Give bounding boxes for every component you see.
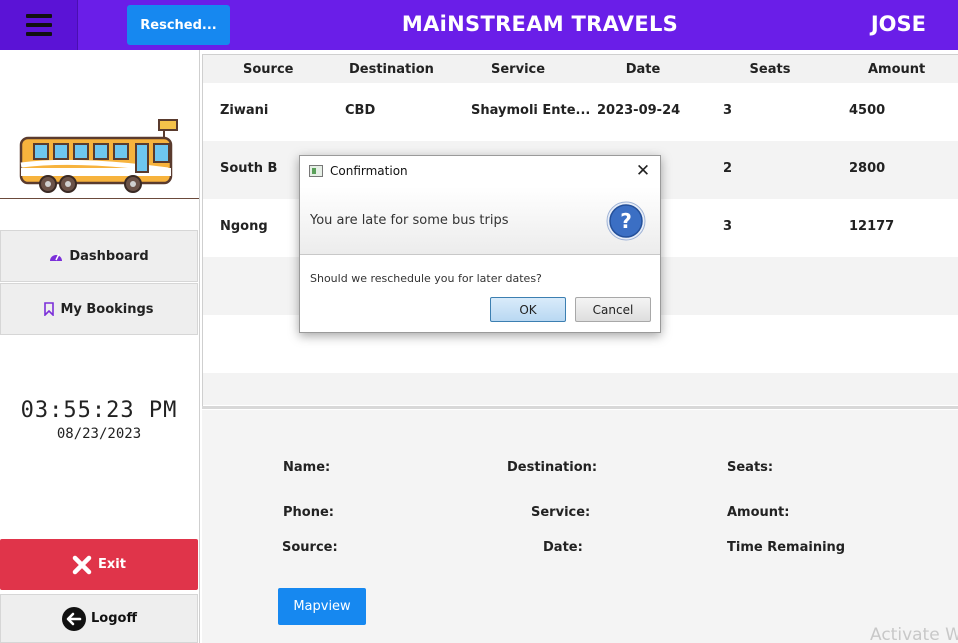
app-title: MAiNSTREAM TRAVELS [401,12,679,36]
mapview-button[interactable]: Mapview [278,588,366,625]
clock-date: 08/23/2023 [56,426,142,442]
column-header-source[interactable]: Source [243,62,293,77]
user-name: JOSE [870,12,926,36]
time-remaining-label: Time Remaining [727,540,846,555]
column-header-amount[interactable]: Amount [868,62,925,77]
window-icon [309,165,323,177]
top-bar: Resched... MAiNSTREAM TRAVELS JOSE [0,0,958,50]
cell-seats: 3 [723,103,733,118]
cell-source: Ngong [220,219,268,234]
booking-details-panel: Name: Destination: Seats: Phone: Service… [202,410,958,643]
bookmark-icon [44,302,55,316]
arrow-left-icon [62,606,86,631]
cell-source: Ziwani [220,103,269,118]
amount-label: Amount: [727,505,790,520]
logoff-label: Logoff [91,611,137,626]
close-icon[interactable]: ✕ [632,160,654,182]
column-header-service[interactable]: Service [491,62,545,77]
column-header-seats[interactable]: Seats [748,62,792,77]
cell-amount: 2800 [849,161,886,176]
dialog-message: Should we reschedule you for later dates… [310,272,542,285]
cell-amount: 4500 [849,103,886,118]
clock-time: 03:55:23 PM [20,398,178,423]
close-icon [72,555,92,574]
hamburger-menu-icon [25,14,52,36]
name-label: Name: [283,460,331,475]
table-divider [202,406,958,409]
cancel-button[interactable]: Cancel [575,297,651,322]
my-bookings-button[interactable]: My Bookings [0,283,198,335]
exit-button[interactable]: Exit [0,539,198,590]
cell-service: Shaymoli Ente... [471,103,591,118]
logo-divider [0,198,199,199]
exit-label: Exit [98,557,126,572]
activate-windows-watermark: Activate W [870,625,958,643]
my-bookings-label: My Bookings [60,301,154,317]
dashboard-button[interactable]: Dashboard [0,230,198,282]
cell-date: 2023-09-24 [597,103,681,118]
dialog-header: You are late for some bus trips ? [300,187,660,255]
cell-amount: 12177 [849,219,895,234]
table-row-empty [203,373,958,405]
phone-label: Phone: [283,505,334,520]
dialog-title: Confirmation [330,164,408,178]
svg-text:?: ? [620,209,632,233]
app-window: Resched... MAiNSTREAM TRAVELS JOSE Dashb… [0,0,958,643]
cell-destination: CBD [345,103,376,118]
cell-seats: 2 [723,161,733,176]
column-header-destination[interactable]: Destination [349,62,434,77]
service-label: Service: [531,505,591,520]
table-row[interactable]: Ziwani CBD Shaymoli Ente... 2023-09-24 3… [203,83,958,141]
cell-source: South B [220,161,278,176]
question-icon: ? [606,201,646,241]
dialog-titlebar[interactable]: Confirmation ✕ [300,156,660,187]
dashboard-icon [50,253,63,261]
menu-button[interactable] [0,0,78,50]
logoff-button[interactable]: Logoff [0,594,198,643]
confirmation-dialog: Confirmation ✕ You are late for some bus… [299,155,661,333]
reschedule-button[interactable]: Resched... [127,5,230,45]
date-label: Date: [543,540,583,555]
seats-label: Seats: [727,460,774,475]
dashboard-label: Dashboard [69,248,149,264]
bus-icon [18,118,183,198]
cell-seats: 3 [723,219,733,234]
sidebar: Dashboard My Bookings 03:55:23 PM 08/23/… [0,50,200,643]
dialog-header-text: You are late for some bus trips [310,213,509,228]
ok-button[interactable]: OK [490,297,566,322]
table-header: Source Destination Service Date Seats Am… [203,55,958,83]
source-label: Source: [282,540,338,555]
column-header-date[interactable]: Date [624,62,662,77]
destination-label: Destination: [507,460,598,475]
